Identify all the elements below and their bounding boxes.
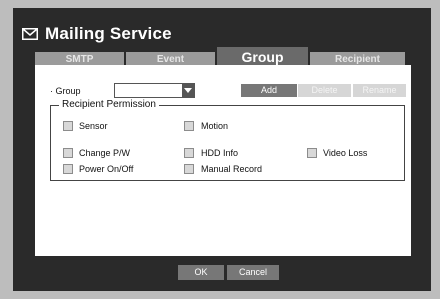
cancel-button[interactable]: Cancel xyxy=(227,265,279,280)
rename-button[interactable]: Rename xyxy=(353,84,406,97)
power-onoff-label: Power On/Off xyxy=(79,164,134,174)
add-button[interactable]: Add xyxy=(241,84,297,97)
change-pw-label: Change P/W xyxy=(79,148,131,158)
ok-button[interactable]: OK xyxy=(178,265,224,280)
tab-bar: SMTP Event Group Recipient xyxy=(35,47,405,67)
group-select[interactable] xyxy=(114,83,195,98)
power-onoff-checkbox[interactable] xyxy=(63,164,73,174)
hdd-info-label: HDD Info xyxy=(201,148,239,158)
group-label: · Group xyxy=(50,86,81,96)
chevron-down-icon xyxy=(184,88,192,93)
dialog-title: Mailing Service xyxy=(45,24,172,43)
recipient-permission-group: Recipient Permission Sensor Motion Chang… xyxy=(50,99,405,181)
video-loss-label: Video Loss xyxy=(323,148,368,158)
tab-group[interactable]: Group xyxy=(217,47,308,67)
hdd-info-checkbox[interactable] xyxy=(184,148,194,158)
sensor-label: Sensor xyxy=(79,121,108,131)
motion-label: Motion xyxy=(201,121,229,131)
dialog-header: Mailing Service xyxy=(22,22,172,46)
motion-checkbox[interactable] xyxy=(184,121,194,131)
sensor-checkbox[interactable] xyxy=(63,121,73,131)
change-pw-checkbox[interactable] xyxy=(63,148,73,158)
delete-button[interactable]: Delete xyxy=(298,84,351,97)
dialog-footer: OK Cancel xyxy=(35,265,411,280)
mail-icon xyxy=(22,28,38,40)
recipient-permission-legend: Recipient Permission xyxy=(59,99,159,110)
manual-record-checkbox[interactable] xyxy=(184,164,194,174)
manual-record-label: Manual Record xyxy=(201,164,263,174)
video-loss-checkbox[interactable] xyxy=(307,148,317,158)
group-panel: · Group Add Delete Rename Recipient Perm… xyxy=(35,65,411,280)
group-select-toggle[interactable] xyxy=(182,84,194,97)
